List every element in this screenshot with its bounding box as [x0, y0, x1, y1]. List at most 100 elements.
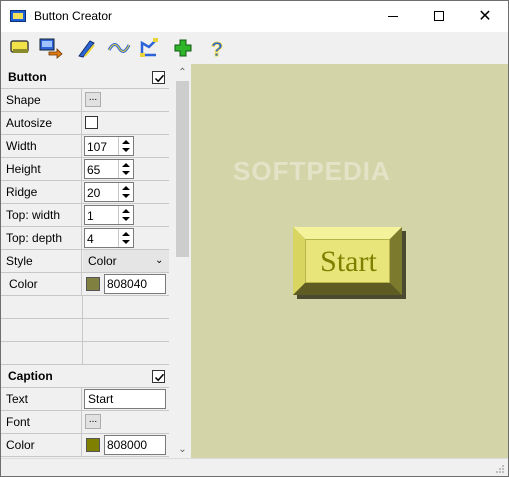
wave-icon[interactable]: [107, 37, 131, 59]
style-label: Style: [1, 250, 82, 272]
spin-down-icon[interactable]: [122, 171, 130, 175]
caption-color-row: Color 808000: [1, 434, 169, 457]
autosize-checkbox[interactable]: [85, 116, 98, 129]
empty-row: [1, 342, 169, 365]
spin-up-icon[interactable]: [122, 209, 130, 213]
button-color-row: Color 808040: [1, 273, 169, 296]
top-depth-stepper[interactable]: 4: [84, 228, 134, 248]
caption-section-title: Caption: [8, 369, 53, 383]
preview-start-button[interactable]: Start: [293, 227, 406, 299]
toolbar: ?: [1, 32, 508, 64]
app-icon: [10, 10, 26, 22]
caption-text-row: Text Start: [1, 388, 169, 411]
minimize-button[interactable]: [370, 1, 416, 32]
height-stepper[interactable]: 65: [84, 159, 134, 179]
spin-down-icon[interactable]: [122, 240, 130, 244]
pen-icon[interactable]: [76, 37, 100, 59]
scroll-thumb[interactable]: [176, 81, 189, 257]
status-bar: [1, 458, 508, 476]
chevron-down-icon: ⌄: [155, 255, 164, 266]
empty-row: [1, 296, 169, 319]
autosize-label: Autosize: [1, 112, 82, 134]
shape-browse-button[interactable]: ...: [85, 92, 101, 107]
new-button-icon[interactable]: [9, 37, 33, 59]
checkmark-icon: [154, 74, 165, 83]
button-enabled-checkbox[interactable]: [152, 71, 165, 84]
add-icon[interactable]: [172, 37, 196, 59]
ridge-label: Ridge: [1, 181, 82, 203]
style-select[interactable]: Color ⌄: [83, 250, 169, 272]
spin-down-icon[interactable]: [122, 148, 130, 152]
style-select-value: Color: [88, 254, 117, 268]
export-icon[interactable]: [39, 37, 63, 59]
height-value: 65: [87, 163, 101, 177]
font-browse-button[interactable]: ...: [85, 414, 101, 429]
spin-up-icon[interactable]: [122, 232, 130, 236]
top-depth-value: 4: [87, 232, 94, 246]
scroll-up-icon[interactable]: ⌃: [174, 64, 191, 81]
button-color-swatch[interactable]: [86, 277, 100, 291]
spin-up-icon[interactable]: [122, 140, 130, 144]
caption-color-label: Color: [1, 434, 82, 456]
spin-up-icon[interactable]: [122, 186, 130, 190]
spin-up-icon[interactable]: [122, 163, 130, 167]
button-color-label: Color: [1, 273, 82, 295]
resize-grip-icon[interactable]: [495, 464, 505, 474]
caption-section-header: Caption: [1, 365, 169, 388]
ridge-value: 20: [87, 186, 101, 200]
app-window: Button Creator ✕ ? Button Shape ... Auto…: [0, 0, 509, 477]
shape-label: Shape: [1, 89, 82, 111]
preview-button-caption: Start: [320, 245, 377, 278]
button-color-field[interactable]: 808040: [104, 274, 166, 294]
minimize-icon: [388, 16, 398, 17]
button-section-title: Button: [8, 70, 47, 84]
top-width-row: Top: width 1: [1, 204, 169, 227]
width-value: 107: [87, 140, 108, 154]
checkmark-icon: [154, 373, 165, 382]
properties-scrollbar[interactable]: ⌃ ⌄: [174, 64, 191, 458]
top-width-stepper[interactable]: 1: [84, 205, 134, 225]
width-stepper[interactable]: 107: [84, 136, 134, 156]
shape-edit-icon[interactable]: [138, 37, 162, 59]
button-section-header: Button: [1, 66, 169, 89]
ridge-row: Ridge 20: [1, 181, 169, 204]
caption-font-label: Font: [1, 411, 82, 433]
close-icon: ✕: [478, 6, 492, 25]
maximize-button[interactable]: [416, 1, 462, 32]
button-preview-canvas: SOFTPEDIA Start: [191, 64, 508, 458]
property-grid: Button Shape ... Autosize Width 107 Heig…: [1, 64, 169, 458]
autosize-row: Autosize: [1, 112, 169, 135]
empty-row: [1, 319, 169, 342]
title-bar: Button Creator ✕: [1, 1, 508, 32]
ridge-spin-buttons[interactable]: [118, 183, 133, 201]
style-row: Style Color ⌄: [1, 250, 169, 273]
spin-down-icon[interactable]: [122, 194, 130, 198]
close-button[interactable]: ✕: [462, 1, 508, 32]
height-row: Height 65: [1, 158, 169, 181]
height-spin-buttons[interactable]: [118, 160, 133, 178]
top-width-value: 1: [87, 209, 94, 223]
caption-font-row: Font ...: [1, 411, 169, 434]
window-title: Button Creator: [34, 9, 113, 23]
caption-color-swatch[interactable]: [86, 438, 100, 452]
help-icon[interactable]: ?: [206, 37, 230, 59]
caption-color-field[interactable]: 808000: [104, 435, 166, 455]
scroll-down-icon[interactable]: ⌄: [174, 441, 191, 458]
width-row: Width 107: [1, 135, 169, 158]
width-spin-buttons[interactable]: [118, 137, 133, 155]
watermark: SOFTPEDIA: [233, 156, 391, 186]
width-label: Width: [1, 135, 82, 157]
top-depth-spin-buttons[interactable]: [118, 229, 133, 247]
top-width-spin-buttons[interactable]: [118, 206, 133, 224]
caption-text-label: Text: [1, 388, 82, 410]
caption-enabled-checkbox[interactable]: [152, 370, 165, 383]
height-label: Height: [1, 158, 82, 180]
properties-panel: Button Shape ... Autosize Width 107 Heig…: [1, 64, 191, 458]
caption-text-input[interactable]: Start: [84, 389, 166, 409]
spin-down-icon[interactable]: [122, 217, 130, 221]
ridge-stepper[interactable]: 20: [84, 182, 134, 202]
top-width-label: Top: width: [1, 204, 82, 226]
svg-text:?: ?: [211, 39, 223, 59]
shape-row: Shape ...: [1, 89, 169, 112]
maximize-icon: [434, 11, 444, 21]
